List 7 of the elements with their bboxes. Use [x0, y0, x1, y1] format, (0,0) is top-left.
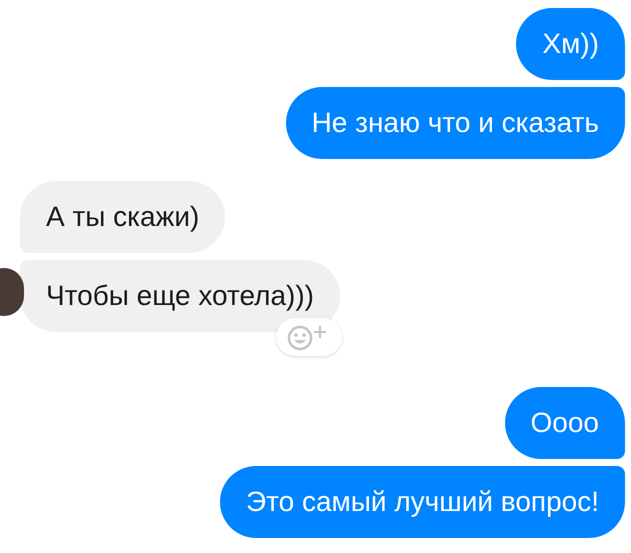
add-reaction-button[interactable]: [276, 318, 342, 356]
message-bubble: Это самый лучший вопрос!: [220, 466, 625, 538]
message-bubble: А ты скажи): [20, 181, 226, 253]
message-bubble: Хм)): [516, 8, 625, 80]
message-bubble: Оооо: [504, 387, 625, 459]
message-bubble: Чтобы еще хотела))): [20, 260, 340, 332]
message-bubble: Не знаю что и сказать: [286, 87, 625, 159]
